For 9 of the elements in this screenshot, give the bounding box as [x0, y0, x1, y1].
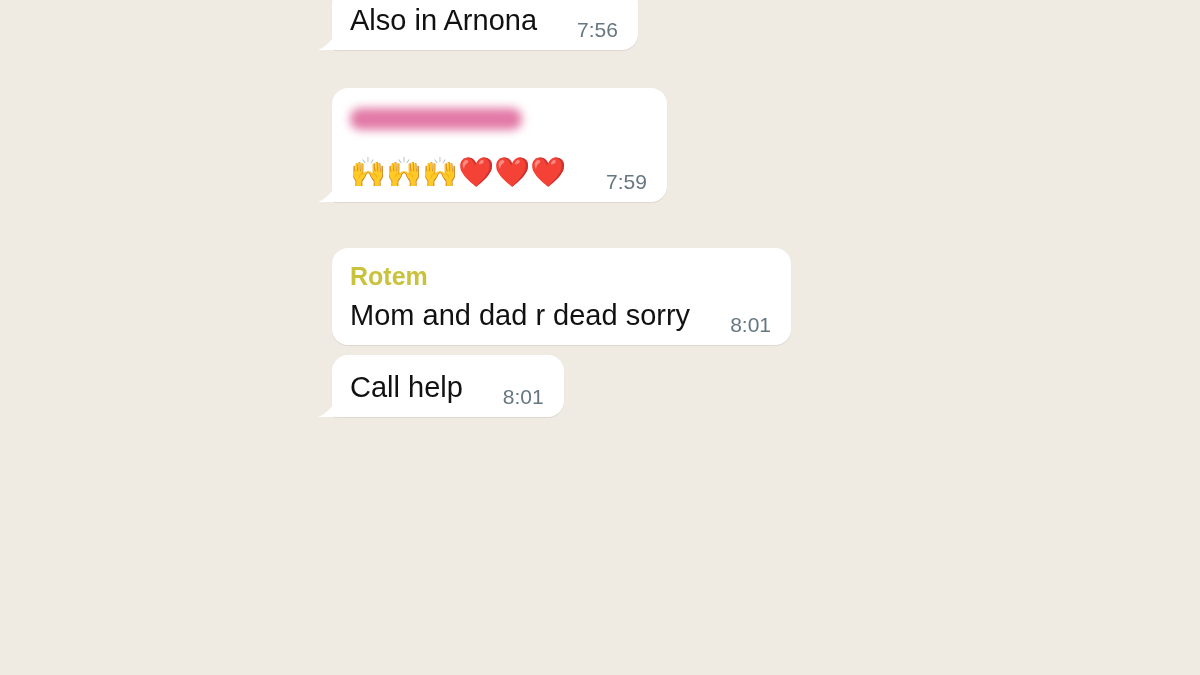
message-text: 🙌🙌🙌❤❤❤ [350, 155, 566, 190]
message-time: 7:56 [577, 18, 618, 42]
message-time: 7:59 [606, 170, 647, 194]
message-time: 8:01 [502, 385, 544, 409]
message-text: Mom and dad r dead sorry [350, 298, 691, 333]
message-text: Also in Arnona [350, 3, 537, 38]
message-time: 8:01 [730, 313, 771, 337]
sender-name: Rotem [350, 262, 429, 291]
message-text: Call help [350, 370, 463, 405]
